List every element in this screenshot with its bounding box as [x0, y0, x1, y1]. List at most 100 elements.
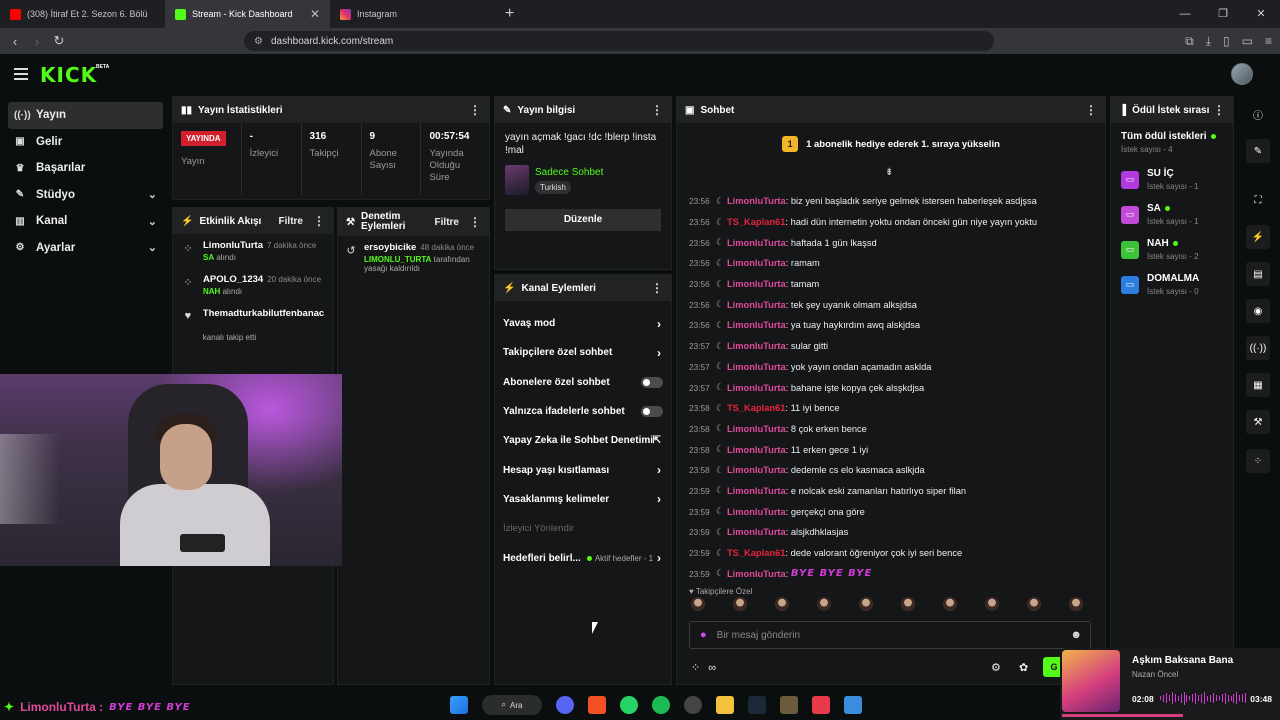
browser-tab-instagram[interactable]: Instagram: [330, 0, 495, 28]
emoji-icon[interactable]: ☻: [1070, 629, 1082, 641]
message-user[interactable]: LimonluTurta: [727, 196, 786, 206]
expand-icon[interactable]: ⛶: [1246, 188, 1270, 212]
browser-tab-youtube[interactable]: (308) İtiraf Et 2. Sezon 6. Bölüm - Ma: [0, 0, 165, 28]
sidebar-item-basarilar[interactable]: ♛ Başarılar: [8, 155, 163, 182]
sidebar-item-yayin[interactable]: ((·)) Yayın: [8, 102, 163, 129]
action-goals[interactable]: Hedefleri belirl... Aktif hedefler - 1 ›: [495, 543, 671, 572]
message-user[interactable]: LimonluTurta: [727, 424, 786, 434]
message-user[interactable]: LimonluTurta: [727, 445, 786, 455]
kebab-menu-icon[interactable]: ⋮: [651, 103, 663, 117]
steam-icon[interactable]: [748, 696, 766, 714]
pencil-icon[interactable]: ✎: [1246, 139, 1270, 163]
action-banned-words[interactable]: Yasaklanmış kelimeler ›: [495, 485, 671, 514]
emote-icon[interactable]: [733, 597, 747, 611]
message-user[interactable]: LimonluTurta: [727, 258, 786, 268]
message-user[interactable]: TS_Kaplan61: [727, 548, 785, 558]
edit-button[interactable]: Düzenle: [505, 209, 661, 231]
message-user[interactable]: LimonluTurta: [727, 486, 786, 496]
info-icon[interactable]: ⓘ: [1246, 102, 1270, 126]
discord-icon[interactable]: [556, 696, 574, 714]
category-name[interactable]: Sadece Sohbet: [535, 167, 603, 178]
site-info-icon[interactable]: ⚙: [254, 36, 263, 47]
extensions-icon[interactable]: ⧉: [1185, 34, 1194, 49]
message-user[interactable]: LimonluTurta: [727, 238, 786, 248]
message-user[interactable]: TS_Kaplan61: [727, 403, 785, 413]
settings-icon[interactable]: ⚙: [991, 661, 1001, 674]
sidebar-item-gelir[interactable]: ▣ Gelir: [8, 129, 163, 156]
sidebar-icon[interactable]: ▯: [1223, 34, 1230, 48]
whatsapp-icon[interactable]: [620, 696, 638, 714]
kick-logo[interactable]: KICK: [40, 63, 97, 87]
kebab-menu-icon[interactable]: ⋮: [1213, 103, 1225, 117]
browser-tab-kick[interactable]: Stream - Kick Dashboard ✕: [165, 0, 330, 28]
close-window-icon[interactable]: ✕: [1242, 0, 1280, 28]
message-user[interactable]: LimonluTurta: [727, 507, 786, 517]
windows-start-icon[interactable]: [450, 696, 468, 714]
document-icon[interactable]: ▤: [1246, 262, 1270, 286]
infinity-icon[interactable]: ∞: [708, 662, 716, 674]
close-icon[interactable]: ✕: [310, 7, 320, 21]
message-user[interactable]: LimonluTurta: [727, 341, 786, 351]
reward-item[interactable]: ▭ SA İstek sayısı - 1: [1111, 197, 1233, 232]
sidebar-item-ayarlar[interactable]: ⚙ Ayarlar ⌄: [8, 235, 163, 262]
filter-button[interactable]: Filtre: [435, 217, 459, 228]
emote-icon[interactable]: [859, 597, 873, 611]
folder-icon[interactable]: [716, 696, 734, 714]
action-slow-mode[interactable]: Yavaş mod ›: [495, 309, 671, 338]
emote-icon[interactable]: [943, 597, 957, 611]
activity-user[interactable]: Themadturkabilutfenbanac: [203, 308, 325, 319]
emote-icon[interactable]: [901, 597, 915, 611]
nodes-icon[interactable]: ⁘: [1246, 449, 1270, 473]
microphone-icon[interactable]: ●: [700, 629, 707, 641]
activity-user[interactable]: APOLO_1234: [203, 274, 263, 285]
activity-user[interactable]: LimonluTurta: [203, 240, 263, 251]
new-tab-icon[interactable]: +: [495, 5, 524, 23]
kebab-menu-icon[interactable]: ⋮: [469, 103, 481, 117]
app-icon[interactable]: [844, 696, 862, 714]
message-user[interactable]: TS_Kaplan61: [727, 217, 785, 227]
kebab-menu-icon[interactable]: ⋮: [651, 281, 663, 295]
forward-icon[interactable]: ›: [26, 34, 48, 49]
sidebar-item-kanal[interactable]: ▥ Kanal ⌄: [8, 208, 163, 235]
message-user[interactable]: LimonluTurta: [727, 569, 786, 579]
moderation-user[interactable]: ersoybicike: [364, 242, 416, 253]
emote-icon[interactable]: [985, 597, 999, 611]
action-account-age[interactable]: Hesap yaşı kısıtlaması ›: [495, 455, 671, 484]
emote-icon[interactable]: [691, 597, 705, 611]
address-bar[interactable]: ⚙ dashboard.kick.com/stream: [244, 31, 994, 51]
layers-icon[interactable]: ▦: [1246, 373, 1270, 397]
spotify-icon[interactable]: [652, 696, 670, 714]
rewards-all[interactable]: Tüm ödül istekleri İstek sayısı - 4: [1111, 123, 1233, 162]
reward-item[interactable]: ▭ DOMALMA İstek sayısı - 0: [1111, 267, 1233, 302]
kebab-menu-icon[interactable]: ⋮: [1085, 103, 1097, 117]
maximize-icon[interactable]: ❐: [1204, 0, 1242, 28]
chat-input[interactable]: ● Bir mesaj gönderin ☻: [689, 621, 1091, 649]
kebab-menu-icon[interactable]: ⋮: [313, 214, 325, 228]
emote-icon[interactable]: [817, 597, 831, 611]
message-user[interactable]: LimonluTurta: [727, 465, 786, 475]
emote-icon[interactable]: [1027, 597, 1041, 611]
emote-picker-icon[interactable]: ✿: [1019, 661, 1028, 674]
chat-bubble-icon[interactable]: ◉: [1246, 299, 1270, 323]
reload-icon[interactable]: ↻: [48, 33, 70, 49]
message-user[interactable]: LimonluTurta: [727, 527, 786, 537]
message-user[interactable]: LimonluTurta: [727, 320, 786, 330]
menu-icon[interactable]: ≡: [1265, 34, 1272, 48]
taskbar-search[interactable]: ⌕ Ara: [482, 695, 542, 715]
wrench-icon[interactable]: ⚒: [1246, 410, 1270, 434]
sidebar-item-studyo[interactable]: ✎ Stüdyo ⌄: [8, 182, 163, 209]
emote-icon[interactable]: [775, 597, 789, 611]
filter-button[interactable]: Filtre: [279, 216, 303, 227]
brave-icon[interactable]: [588, 696, 606, 714]
reward-item[interactable]: ▭ NAH İstek sayısı - 2: [1111, 232, 1233, 267]
download-icon[interactable]: ⤓: [1206, 34, 1211, 49]
emote-icon[interactable]: [1069, 597, 1083, 611]
minimize-icon[interactable]: —: [1166, 0, 1204, 28]
kebab-menu-icon[interactable]: ⋮: [469, 215, 481, 229]
message-user[interactable]: LimonluTurta: [727, 300, 786, 310]
message-user[interactable]: LimonluTurta: [727, 279, 786, 289]
message-user[interactable]: LimonluTurta: [727, 383, 786, 393]
moderation-actor[interactable]: LIMONLU_TURTA: [364, 255, 431, 264]
reward-item[interactable]: ▭ SU İÇ İstek sayısı - 1: [1111, 162, 1233, 197]
broadcast-icon[interactable]: ((·)): [1246, 336, 1270, 360]
